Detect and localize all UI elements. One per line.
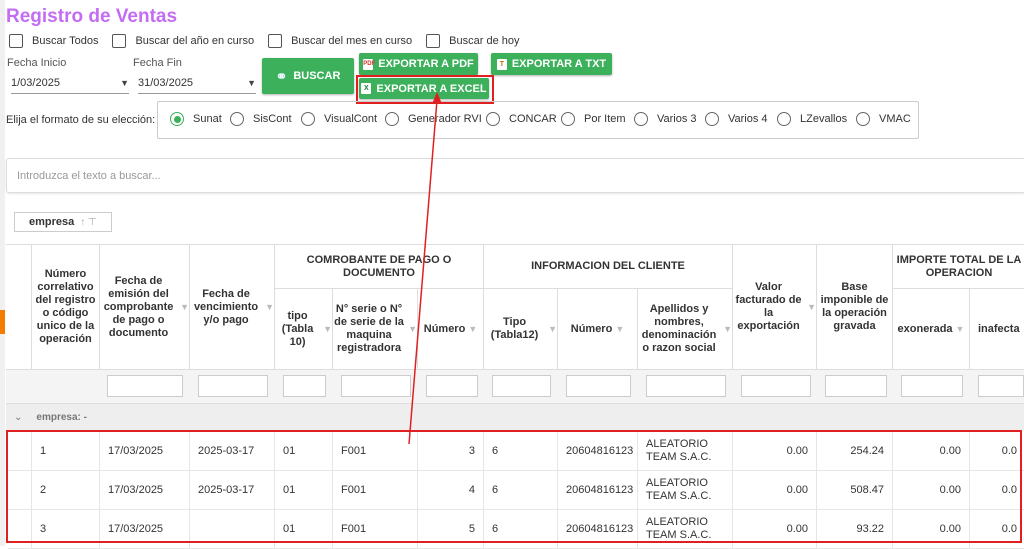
arrow-line: [408, 99, 438, 445]
arrow-head: [432, 92, 442, 104]
annotation-arrow: [408, 92, 442, 445]
